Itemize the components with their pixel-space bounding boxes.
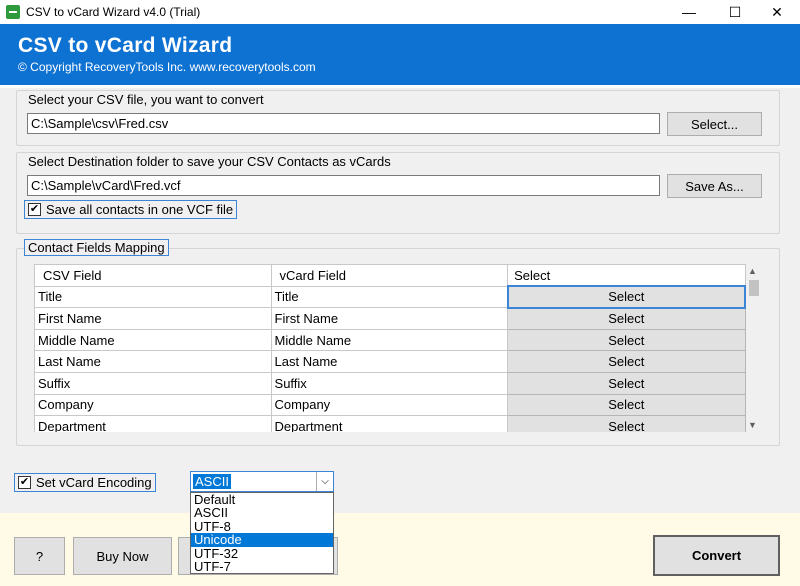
save-as-button[interactable]: Save As...: [667, 174, 762, 198]
table-row: Suffix Suffix Select: [34, 371, 746, 395]
minimize-button[interactable]: —: [666, 0, 712, 24]
single-vcf-label: Save all contacts in one VCF file: [46, 202, 234, 217]
copyright-text: © Copyright RecoveryTools Inc. www.recov…: [18, 60, 316, 74]
vcard-field-cell[interactable]: First Name: [270, 307, 509, 330]
header-banner: CSV to vCard Wizard © Copyright Recovery…: [0, 24, 800, 85]
encoding-option-highlighted[interactable]: Unicode: [191, 533, 333, 547]
encoding-option[interactable]: ASCII: [191, 506, 333, 520]
csv-field-cell[interactable]: Title: [34, 285, 272, 309]
select-field-button[interactable]: Select: [507, 415, 746, 432]
encoding-select[interactable]: ASCII ⌵: [190, 471, 334, 492]
window-titlebar: CSV to vCard Wizard v4.0 (Trial) — ☐ ✕: [0, 0, 800, 24]
vcf-path-input[interactable]: C:\Sample\vCard\Fred.vcf: [27, 175, 660, 196]
buy-now-button[interactable]: Buy Now: [73, 537, 172, 575]
select-field-button[interactable]: Select: [507, 328, 746, 352]
mapping-legend: Contact Fields Mapping: [24, 239, 169, 256]
scroll-up-icon[interactable]: ▲: [748, 266, 757, 276]
vcard-field-cell[interactable]: Middle Name: [270, 328, 509, 352]
encoding-label: Set vCard Encoding: [36, 475, 152, 490]
encoding-selected-value: ASCII: [193, 474, 231, 489]
csv-field-cell[interactable]: Company: [34, 393, 272, 417]
app-icon: [6, 5, 20, 19]
vcard-field-cell[interactable]: Company: [270, 393, 509, 417]
select-field-button[interactable]: Select: [507, 371, 746, 395]
csv-field-cell[interactable]: Suffix: [34, 371, 272, 395]
window-title: CSV to vCard Wizard v4.0 (Trial): [26, 5, 201, 19]
destination-label: Select Destination folder to save your C…: [28, 154, 391, 169]
select-field-button[interactable]: Select: [507, 307, 746, 330]
scroll-down-icon[interactable]: ▼: [748, 420, 757, 430]
select-field-button[interactable]: Select: [506, 285, 746, 309]
table-row: First Name First Name Select: [34, 307, 746, 330]
close-button[interactable]: ✕: [754, 0, 800, 24]
csv-field-cell[interactable]: Last Name: [34, 350, 272, 373]
single-vcf-checkbox[interactable]: ✔ Save all contacts in one VCF file: [24, 200, 238, 219]
column-header[interactable]: Select: [507, 264, 746, 287]
table-row: Department Department Select: [34, 415, 746, 432]
banner-divider: [0, 85, 800, 88]
chevron-down-icon[interactable]: ⌵: [316, 472, 333, 491]
csv-path-input[interactable]: C:\Sample\csv\Fred.csv: [27, 113, 660, 134]
maximize-button[interactable]: ☐: [712, 0, 758, 24]
vcard-field-cell[interactable]: Last Name: [270, 350, 509, 373]
encoding-option[interactable]: Default: [191, 493, 333, 507]
scroll-thumb[interactable]: [749, 280, 759, 296]
convert-button[interactable]: Convert: [653, 535, 780, 576]
help-button[interactable]: ?: [14, 537, 65, 575]
csv-field-cell[interactable]: Department: [34, 415, 272, 432]
select-field-button[interactable]: Select: [507, 350, 746, 373]
table-row: Company Company Select: [34, 393, 746, 417]
select-field-button[interactable]: Select: [507, 393, 746, 417]
table-row: Middle Name Middle Name Select: [34, 328, 746, 352]
vcard-field-cell[interactable]: Suffix: [270, 371, 509, 395]
encoding-option[interactable]: UTF-8: [191, 519, 333, 533]
csv-field-cell[interactable]: Middle Name: [34, 328, 272, 352]
encoding-option[interactable]: UTF-32: [191, 546, 333, 560]
column-header[interactable]: CSV Field: [34, 264, 272, 287]
buy-now-label: Buy Now: [96, 548, 149, 564]
source-label: Select your CSV file, you want to conver…: [28, 92, 264, 107]
checkbox-checked-icon: ✔: [28, 203, 41, 216]
table-scrollbar[interactable]: ▲ ▼: [746, 264, 762, 432]
table-row: Title Title Select: [34, 285, 746, 309]
column-header[interactable]: vCard Field: [270, 264, 509, 287]
checkbox-checked-icon: ✔: [18, 476, 31, 489]
csv-field-cell[interactable]: First Name: [34, 307, 272, 330]
select-csv-button[interactable]: Select...: [667, 112, 762, 136]
encoding-checkbox[interactable]: ✔ Set vCard Encoding: [14, 473, 156, 492]
table-header-row: CSV Field vCard Field Select: [34, 264, 746, 287]
vcard-field-cell[interactable]: Title: [270, 285, 509, 309]
encoding-dropdown-list: Default ASCII UTF-8 Unicode UTF-32 UTF-7: [190, 492, 334, 574]
encoding-option[interactable]: UTF-7: [191, 560, 333, 574]
mapping-table: CSV Field vCard Field Select Title Title…: [34, 264, 746, 432]
app-title: CSV to vCard Wizard: [18, 34, 233, 57]
vcard-field-cell[interactable]: Department: [270, 415, 509, 432]
table-row: Last Name Last Name Select: [34, 350, 746, 373]
